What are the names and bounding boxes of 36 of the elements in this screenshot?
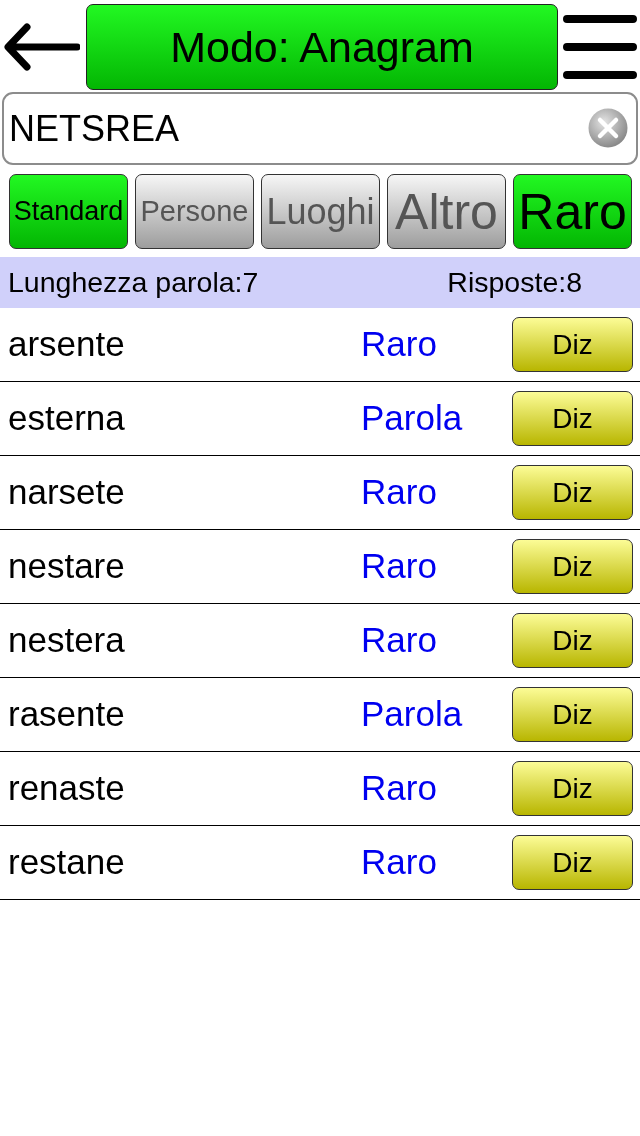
word-type-label: Parola [361, 693, 463, 736]
filter-tab[interactable]: Standard [9, 174, 128, 249]
search-field[interactable]: NETSREA [2, 92, 638, 165]
dictionary-button[interactable]: Diz [512, 835, 633, 890]
word-type-label: Parola [361, 397, 463, 440]
dictionary-button[interactable]: Diz [512, 613, 633, 668]
word-type-label: Raro [361, 767, 437, 810]
filter-tab[interactable]: Raro [513, 174, 632, 249]
result-word: nestera [8, 619, 126, 662]
dictionary-button[interactable]: Diz [512, 761, 633, 816]
result-word: restane [8, 841, 126, 884]
menu-icon [563, 14, 637, 79]
result-word: rasente [8, 693, 126, 736]
word-type-label: Raro [361, 841, 437, 884]
answer-count-text: Risposte:8 [447, 265, 582, 301]
dictionary-button[interactable]: Diz [512, 317, 633, 372]
filter-tab[interactable]: Altro [387, 174, 506, 249]
filter-tab[interactable]: Luoghi [261, 174, 380, 249]
result-word: esterna [8, 397, 126, 440]
word-length-text: Lunghezza parola:7 [8, 265, 259, 301]
dictionary-button[interactable]: Diz [512, 391, 633, 446]
word-type-label: Raro [361, 323, 437, 366]
mode-button[interactable]: Modo: Anagram [86, 4, 558, 90]
result-word: narsete [8, 471, 126, 514]
back-arrow-icon [4, 21, 80, 72]
word-type-label: Raro [361, 471, 437, 514]
result-word: arsente [8, 323, 126, 366]
dictionary-button[interactable]: Diz [512, 539, 633, 594]
clear-icon[interactable] [588, 108, 628, 148]
result-word: renaste [8, 767, 126, 810]
dictionary-button[interactable]: Diz [512, 465, 633, 520]
word-type-label: Raro [361, 619, 437, 662]
filter-tab[interactable]: Persone [135, 174, 254, 249]
result-word: nestare [8, 545, 126, 588]
word-type-label: Raro [361, 545, 437, 588]
dictionary-button[interactable]: Diz [512, 687, 633, 742]
